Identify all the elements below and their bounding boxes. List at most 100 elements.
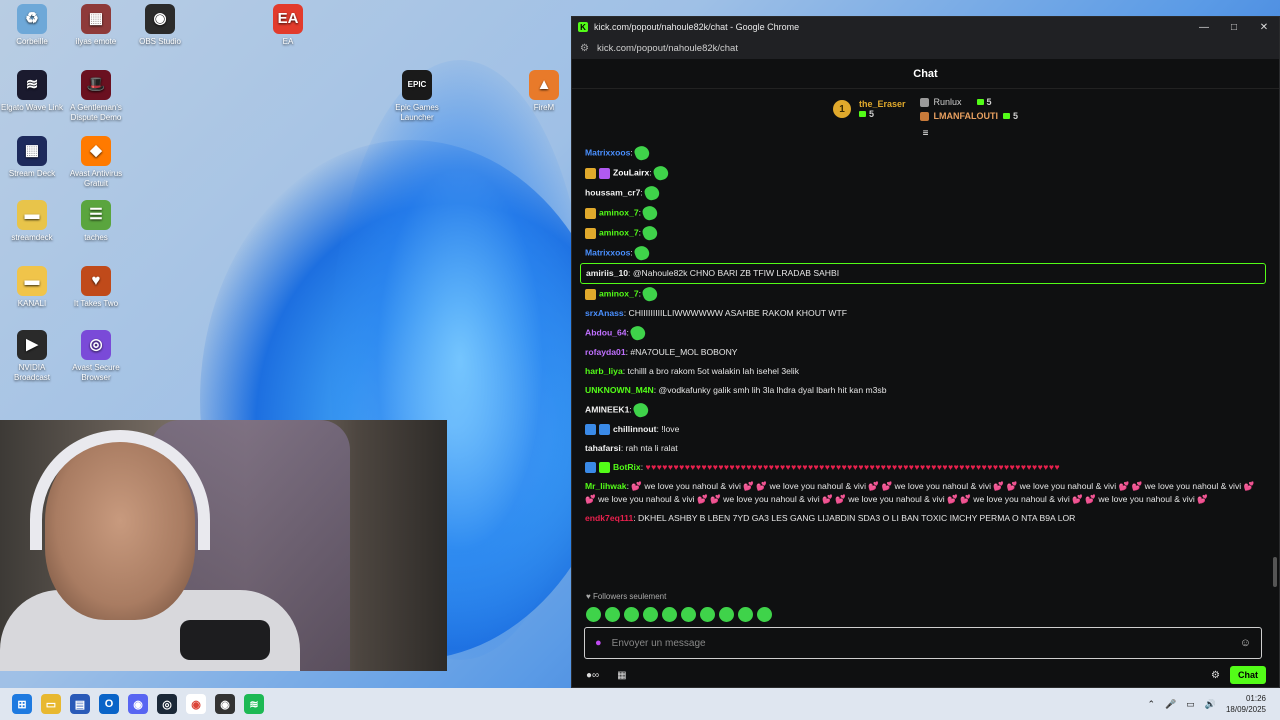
chat-username[interactable]: Mr_lihwak	[585, 481, 627, 491]
desktop-icon[interactable]: ▬ KANALI	[0, 266, 64, 309]
desktop-icon[interactable]: ♥ It Takes Two	[64, 266, 128, 309]
chat-input[interactable]: ● Envoyer un message ☺	[584, 627, 1262, 659]
taskbar-clock[interactable]: 01:26 18/09/2025	[1226, 693, 1266, 715]
desktop-icon[interactable]: ▶ NVIDIA Broadcast	[0, 330, 64, 383]
spotify-icon[interactable]: ≋	[244, 694, 264, 714]
chat-username[interactable]: Matrixxoos	[585, 147, 630, 157]
points-icon[interactable]: ●∞	[586, 670, 599, 681]
quick-emote-bar[interactable]	[586, 607, 772, 622]
settings-gear-icon[interactable]: ⚙	[1211, 670, 1220, 681]
tray-network-icon[interactable]: ▭	[1186, 699, 1195, 710]
desktop-icon[interactable]: ▦ Stream Deck	[0, 136, 64, 179]
user-badge-icon	[585, 167, 596, 179]
window-titlebar[interactable]: K kick.com/popout/nahoule82k/chat - Goog…	[572, 17, 1279, 37]
tray-volume-icon[interactable]: 🔊	[1205, 699, 1216, 710]
emote-icon[interactable]	[738, 607, 753, 622]
user-badge-icon	[599, 462, 610, 474]
chat-message: srxAnass: CHIIIIIIIIILLIWWWWWW ASAHBE RA…	[580, 304, 1266, 323]
address-bar[interactable]: ⚙ kick.com/popout/nahoule82k/chat	[572, 37, 1279, 59]
desktop-app-icon: ◉	[145, 4, 175, 34]
chat-username[interactable]: rofayda01	[585, 347, 626, 357]
tray-chevron-icon[interactable]: ⌃	[1147, 699, 1155, 710]
chat-username[interactable]: endk7eq111	[585, 513, 633, 523]
emote-icon[interactable]	[757, 607, 772, 622]
microphone-icon[interactable]: ●	[595, 637, 602, 649]
desktop-icon[interactable]: ▲ FireM	[512, 70, 576, 113]
user-badge-icon	[585, 288, 596, 300]
chrome-icon[interactable]: ◉	[186, 694, 206, 714]
desktop-icon[interactable]: ◉ OBS Studio	[128, 4, 192, 47]
chat-username[interactable]: aminox_7	[599, 227, 639, 237]
desktop-icon[interactable]: ▬ streamdeck	[0, 200, 64, 243]
emote-icon[interactable]	[681, 607, 696, 622]
url-text[interactable]: kick.com/popout/nahoule82k/chat	[597, 43, 738, 54]
desktop-icon[interactable]: ♻ Corbeille	[0, 4, 64, 47]
chat-username[interactable]: harb_liya	[585, 366, 623, 376]
desktop-app-icon: ▬	[17, 200, 47, 230]
chrome-window[interactable]: K kick.com/popout/nahoule82k/chat - Goog…	[571, 16, 1280, 688]
chat-username[interactable]: houssam_cr7	[585, 187, 640, 197]
chat-username[interactable]: srxAnass	[585, 308, 624, 318]
chat-username[interactable]: aminox_7	[599, 207, 639, 217]
chat-username[interactable]: chillinnout	[613, 424, 656, 434]
desktop-icon[interactable]: ☰ taches	[64, 200, 128, 243]
emote-icon[interactable]	[700, 607, 715, 622]
file-explorer-icon[interactable]: ▭	[41, 694, 61, 714]
start-windows-icon[interactable]: ⊞	[12, 694, 32, 714]
third-gifter-name[interactable]: LMANFALOUTI	[934, 111, 999, 121]
emote-icon[interactable]	[643, 607, 658, 622]
desktop-icon-label: Stream Deck	[8, 169, 56, 178]
store-icon[interactable]: ▦	[617, 670, 626, 681]
chat-input-placeholder[interactable]: Envoyer un message	[612, 638, 706, 649]
site-info-icon[interactable]: ⚙	[580, 43, 589, 54]
taskbar: ⊞ ▭ ▤ O ◉ ◎ ◉ ◉ ≋ ⌃ 🎤 ▭ 🔊 01:26 18/09/20…	[0, 688, 1280, 720]
rank-medal-icon: 1	[832, 100, 851, 118]
desktop-app-icon: ▦	[81, 4, 111, 34]
chat-username[interactable]: AMINEEK1	[585, 404, 629, 414]
discord-icon[interactable]: ◉	[128, 694, 148, 714]
chat-username[interactable]: amiriis_10	[586, 268, 628, 278]
obs-taskbar-icon[interactable]: ◉	[215, 694, 235, 714]
desktop-icon[interactable]: ▦ ilyas emote	[64, 4, 128, 47]
top-gifter-name[interactable]: the_Eraser	[859, 99, 906, 109]
chat-username[interactable]: Matrixxoos	[585, 247, 630, 257]
chat-message-text: !love	[661, 424, 680, 434]
chat-message-text: tchilll a bro rakom 5ot walakin lah iseh…	[627, 366, 800, 376]
chat-message: Matrixxoos:	[580, 243, 1266, 263]
chat-scrollbar[interactable]	[1273, 557, 1277, 587]
second-gifter-count: 5	[986, 97, 992, 107]
chat-username[interactable]: aminox_7	[599, 288, 639, 298]
desktop-icon[interactable]: ◎ Avast Secure Browser	[64, 330, 128, 383]
desktop-icon[interactable]: EA EA	[256, 4, 320, 47]
emote-icon[interactable]	[719, 607, 734, 622]
chat-username[interactable]: BotRix	[613, 462, 641, 472]
emote-icon[interactable]	[624, 607, 639, 622]
chat-username[interactable]: tahafarsi	[585, 443, 621, 453]
outlook-icon[interactable]: O	[99, 694, 119, 714]
emote-icon[interactable]	[605, 607, 620, 622]
chat-message: aminox_7:	[580, 223, 1266, 243]
desktop-icon[interactable]: EPIC Epic Games Launcher	[385, 70, 449, 123]
maximize-button[interactable]: □	[1219, 22, 1249, 33]
desktop-icon[interactable]: ◆ Avast Antivirus Gratuit	[64, 136, 128, 189]
chat-message-text: rah nta li ralat	[625, 443, 678, 453]
chat-username[interactable]: Abdou_64	[585, 327, 627, 337]
second-gifter-name[interactable]: Runlux	[934, 97, 962, 107]
desktop-icon-label: ilyas emote	[75, 37, 117, 46]
desktop-icon[interactable]: 🎩 A Gentleman's Dispute Demo	[64, 70, 128, 123]
desktop-icon[interactable]: ≋ Elgato Wave Link	[0, 70, 64, 113]
emote-icon[interactable]	[586, 607, 601, 622]
store-app-icon[interactable]: ▤	[70, 694, 90, 714]
system-tray: ⌃ 🎤 ▭ 🔊 01:26 18/09/2025	[1147, 693, 1280, 715]
steam-icon[interactable]: ◎	[157, 694, 177, 714]
bronze-rank-icon	[919, 111, 929, 121]
send-chat-button[interactable]: Chat	[1230, 666, 1266, 684]
emoji-picker-icon[interactable]: ☺	[1240, 637, 1251, 649]
chat-username[interactable]: ZouLairx	[613, 167, 649, 177]
pinned-toggle-icon[interactable]: ≡	[572, 129, 1279, 141]
close-button[interactable]: ✕	[1249, 22, 1279, 33]
emote-icon[interactable]	[662, 607, 677, 622]
tray-mic-icon[interactable]: 🎤	[1165, 699, 1176, 710]
chat-username[interactable]: UNKNOWN_M4N	[585, 385, 654, 395]
minimize-button[interactable]: —	[1189, 22, 1219, 33]
